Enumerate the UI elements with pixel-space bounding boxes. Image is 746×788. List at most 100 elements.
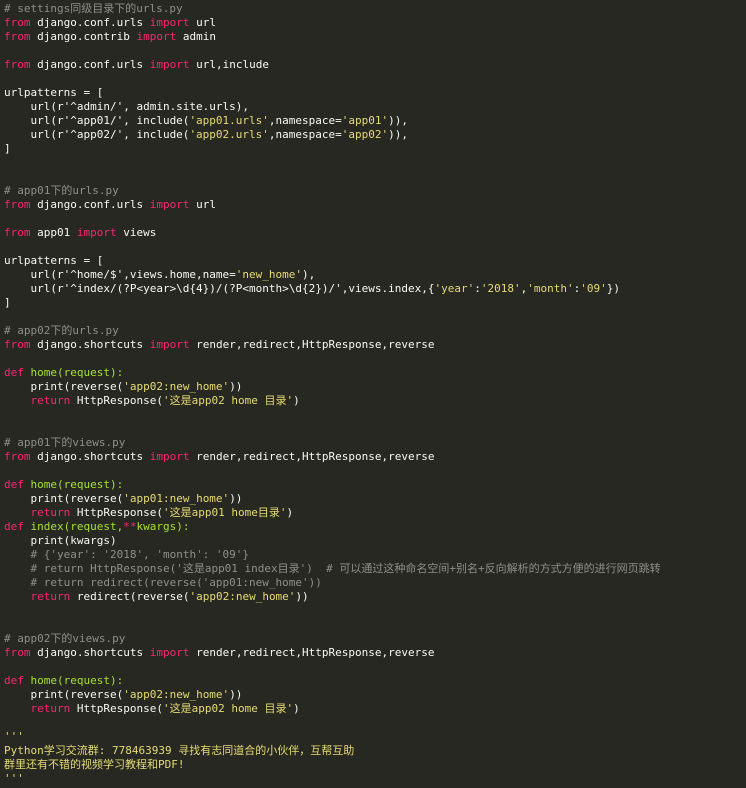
code-line: def home(request): [4, 674, 746, 688]
string-token: 'app01' [341, 114, 389, 127]
code-token: )), [388, 114, 409, 127]
string-token: 'app02.urls' [189, 128, 269, 141]
code-line: print(reverse('app01:new_home')) [4, 492, 746, 506]
code-token: django.shortcuts [30, 338, 150, 351]
keyword-token: def [4, 674, 24, 687]
code-token: url(r'^home/$',views.home,name= [4, 268, 236, 281]
code-token: django.shortcuts [30, 450, 150, 463]
comment-token: # app02下的views.py [4, 632, 126, 645]
code-token: urlpatterns = [ [4, 254, 104, 267]
code-token: url(r'^app02/', include( [4, 128, 190, 141]
keyword-token: import [149, 450, 190, 463]
code-token: ), [302, 268, 316, 281]
code-line: url(r'^admin/', admin.site.urls), [4, 100, 746, 114]
code-line: urlpatterns = [ [4, 86, 746, 100]
string-token: 'app02' [341, 128, 389, 141]
code-token: : [474, 282, 481, 295]
code-line: url(r'^index/(?P<year>\d{4})/(?P<month>\… [4, 282, 746, 296]
function-token: kwargs): [136, 520, 190, 533]
code-token: views [116, 226, 157, 239]
code-token: )) [229, 380, 243, 393]
comment-token: # return HttpResponse('这是app01 index目录')… [30, 562, 661, 575]
keyword-token: from [4, 450, 31, 463]
function-token: index(request, [30, 520, 124, 533]
keyword-token: from [4, 58, 31, 71]
code-line: def home(request): [4, 366, 746, 380]
code-line: ] [4, 296, 746, 310]
code-token: urlpatterns = [ [4, 86, 104, 99]
code-line: # app02下的views.py [4, 632, 746, 646]
code-line: from django.conf.urls import url,include [4, 58, 746, 72]
keyword-token: return [30, 394, 71, 407]
code-token: django.conf.urls [30, 198, 150, 211]
comment-token: # settings同级目录下的urls.py [4, 2, 183, 15]
string-token: 'year' [434, 282, 475, 295]
function-token: home(request): [30, 366, 124, 379]
keyword-token: import [76, 226, 117, 239]
code-token: render,redirect,HttpResponse,reverse [189, 338, 435, 351]
code-token: django.conf.urls [30, 16, 150, 29]
keyword-token: return [30, 702, 71, 715]
code-token: ,namespace= [268, 128, 342, 141]
string-token: Python学习交流群: 778463939 寻找有志同道合的小伙伴，互帮互助 [4, 744, 355, 757]
comment-token: # app01下的urls.py [4, 184, 119, 197]
code-token: ) [286, 506, 294, 519]
code-token: django.contrib [30, 30, 137, 43]
code-token: redirect(reverse( [70, 590, 190, 603]
code-line: print(reverse('app02:new_home')) [4, 688, 746, 702]
code-token: print(reverse( [4, 688, 124, 701]
comment-token: # {'year': '2018', 'month': '09'} [30, 548, 250, 561]
code-token: django.conf.urls [30, 58, 150, 71]
code-line: 群里还有不错的视频学习教程和PDF! [4, 758, 746, 772]
keyword-token: from [4, 16, 31, 29]
code-token: ] [4, 296, 11, 309]
code-line: url(r'^app02/', include('app02.urls',nam… [4, 128, 746, 142]
code-token: )) [295, 590, 309, 603]
keyword-token: import [149, 16, 190, 29]
code-line: # app02下的urls.py [4, 324, 746, 338]
string-token: ''' [4, 730, 24, 743]
code-line: from django.shortcuts import render,redi… [4, 338, 746, 352]
code-token: HttpResponse( [70, 394, 163, 407]
comment-token: # app02下的urls.py [4, 324, 119, 337]
code-line: from django.shortcuts import render,redi… [4, 450, 746, 464]
code-line: return HttpResponse('这是app02 home 目录') [4, 702, 746, 716]
string-token: 'app02:new_home' [189, 590, 296, 603]
code-line: from app01 import views [4, 226, 746, 240]
string-token: 'app01.urls' [189, 114, 269, 127]
code-line: Python学习交流群: 778463939 寻找有志同道合的小伙伴，互帮互助 [4, 744, 746, 758]
string-token: '这是app02 home 目录' [162, 702, 294, 715]
code-line: def index(request,**kwargs): [4, 520, 746, 534]
function-token: home(request): [30, 674, 124, 687]
code-token: admin [176, 30, 216, 43]
code-line: ] [4, 142, 746, 156]
code-line: # {'year': '2018', 'month': '09'} [4, 548, 746, 562]
keyword-token: def [4, 366, 24, 379]
code-editor[interactable]: # settings同级目录下的urls.py from django.conf.… [0, 0, 746, 788]
string-token: 'app01:new_home' [123, 492, 230, 505]
string-token: 'app02:new_home' [123, 380, 230, 393]
code-line: urlpatterns = [ [4, 254, 746, 268]
keyword-token: import [149, 198, 190, 211]
code-token: url(r'^app01/', include( [4, 114, 190, 127]
keyword-token: return [30, 506, 71, 519]
string-token: 群里还有不错的视频学习教程和PDF! [4, 758, 185, 771]
keyword-token: ** [123, 520, 137, 533]
code-line: # app01下的urls.py [4, 184, 746, 198]
code-line: # return HttpResponse('这是app01 index目录')… [4, 562, 746, 576]
